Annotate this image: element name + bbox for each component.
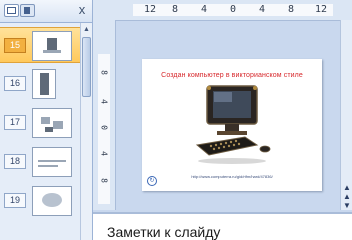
thumbnail-image — [32, 31, 72, 61]
ruler-tick: 4 — [99, 99, 109, 104]
slides-pane: x 15 16 17 18 19 ▲ — [0, 0, 93, 240]
slide-scrollbar[interactable]: ▲▲▼▼ — [340, 20, 352, 219]
slide-thumbnail-list: 15 16 17 18 19 — [0, 23, 80, 240]
slide-number: 18 — [4, 154, 26, 169]
ruler-tick: 8 — [172, 4, 179, 15]
ruler-tick: 4 — [99, 151, 109, 156]
outline-tab[interactable] — [20, 4, 35, 17]
slide-canvas[interactable]: Создан компьютер в викторианском стиле ↻… — [142, 59, 322, 191]
victorian-computer-image[interactable] — [187, 83, 277, 167]
slide-thumbnail-15[interactable]: 15 — [0, 27, 80, 63]
ruler-tick: 8 — [99, 178, 109, 183]
slides-tab[interactable] — [4, 4, 19, 17]
slide-number: 16 — [4, 76, 26, 91]
vertical-ruler: 8 4 0 4 8 — [93, 20, 116, 210]
notes-placeholder: Заметки к слайду — [107, 224, 221, 240]
scrollbar-thumb[interactable] — [82, 37, 91, 97]
slide-thumbnail-16[interactable]: 16 — [0, 66, 80, 100]
slide-number: 19 — [4, 193, 26, 208]
scroll-up-icon[interactable]: ▲ — [82, 25, 91, 34]
close-pane-button[interactable]: x — [76, 3, 88, 17]
ruler-tick: 12 — [144, 4, 157, 15]
powerpoint-window: x 15 16 17 18 19 ▲ 12 8 4 0 4 8 12 8 4 0… — [0, 0, 352, 240]
ruler-tick: 0 — [99, 125, 109, 130]
ruler-tick: 4 — [201, 4, 208, 15]
ruler-tick: 8 — [99, 70, 109, 75]
thumbnail-image — [32, 108, 72, 138]
ruler-tick: 12 — [315, 4, 328, 15]
slide-thumbnail-18[interactable]: 18 — [0, 144, 80, 178]
slide-thumbnail-19[interactable]: 19 — [0, 183, 80, 217]
thumbnail-image — [32, 69, 56, 99]
outline-tab-icon — [24, 7, 30, 14]
slide-number: 15 — [4, 38, 26, 53]
ruler-tick: 8 — [288, 4, 295, 15]
slides-tab-icon — [7, 7, 16, 14]
pane-tabs: x — [0, 0, 92, 23]
slide-title[interactable]: Создан компьютер в викторианском стиле — [142, 72, 322, 79]
horizontal-ruler: 12 8 4 0 4 8 12 — [93, 0, 352, 21]
notes-pane[interactable]: Заметки к слайду — [93, 212, 352, 240]
thumbnail-image — [32, 186, 72, 216]
slide-number: 17 — [4, 115, 26, 130]
ruler-tick: 4 — [259, 4, 266, 15]
ruler-tick: 0 — [230, 4, 237, 15]
slide-caption: http://www.computerra.ru/gid/rtfm/hard/4… — [191, 174, 273, 179]
slide-thumbnail-17[interactable]: 17 — [0, 105, 80, 139]
slides-pane-scrollbar[interactable]: ▲ — [80, 23, 92, 240]
thumbnail-image — [32, 147, 72, 177]
